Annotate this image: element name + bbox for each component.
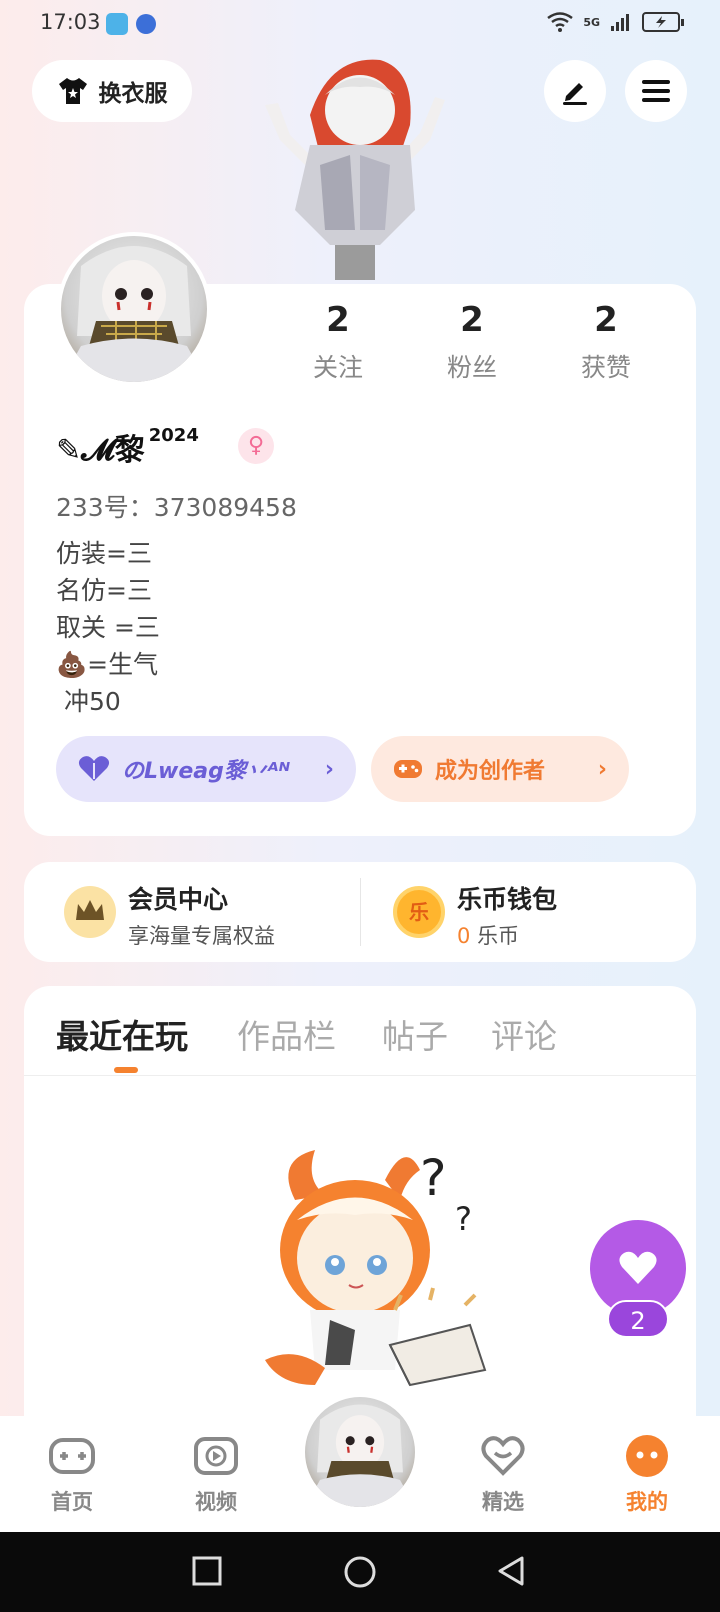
heart-outline-icon xyxy=(479,1432,527,1480)
nav-featured[interactable]: 精选 xyxy=(458,1432,548,1516)
recents-icon[interactable] xyxy=(190,1554,224,1588)
book-app-icon xyxy=(106,13,128,35)
become-creator-button[interactable]: 成为创作者 › xyxy=(371,736,629,802)
chevron-right-icon: › xyxy=(597,756,607,782)
coin-amount: 0 xyxy=(457,924,471,948)
bio-line: 仿装=三 xyxy=(56,539,152,568)
status-indicators: 5G xyxy=(547,12,684,32)
tab-works[interactable]: 作品栏 xyxy=(237,1010,336,1058)
following-count: 2 xyxy=(326,300,350,340)
bio-line: 冲50 xyxy=(56,687,121,716)
following-label: 关注 xyxy=(312,353,363,382)
coin-icon: 乐 xyxy=(393,886,445,938)
stat-likes[interactable]: 2 获赞 xyxy=(546,300,666,384)
active-tab-indicator xyxy=(114,1067,138,1073)
nickname-text: ✎𝓜黎 xyxy=(56,433,145,468)
home-icon[interactable] xyxy=(342,1554,378,1590)
nav-mine-label: 我的 xyxy=(626,1490,668,1514)
signal-icon xyxy=(611,14,629,31)
purple-heart-icon xyxy=(78,756,110,781)
tab-posts[interactable]: 帖子 xyxy=(382,1010,448,1058)
svg-text:?: ? xyxy=(455,1200,472,1238)
fan-group-label: のLweag黎丷ᴬᴺ xyxy=(122,759,291,784)
change-outfit-button[interactable]: 换衣服 xyxy=(32,60,192,122)
coin-unit: 乐币 xyxy=(477,924,520,948)
member-center-title: 会员中心 xyxy=(128,885,229,914)
nav-video[interactable]: 视频 xyxy=(171,1432,261,1516)
status-bar: 17:03 5G xyxy=(0,0,720,48)
system-nav-bar xyxy=(0,1532,720,1612)
status-time: 17:03 xyxy=(40,10,101,34)
network-label: 5G xyxy=(583,15,600,29)
menu-button[interactable] xyxy=(625,60,687,122)
pen-icon xyxy=(563,83,587,105)
nav-mine[interactable]: 我的 xyxy=(602,1432,692,1516)
nav-avatar-button[interactable] xyxy=(300,1392,420,1512)
empty-state-illustration: ? ? xyxy=(265,1149,487,1387)
fan-group-button[interactable]: のLweag黎丷ᴬᴺ › xyxy=(56,736,356,802)
user-id[interactable]: 233号：373089458 xyxy=(56,488,297,524)
chevron-right-icon: › xyxy=(324,756,334,782)
nickname-superscript: 2024 xyxy=(148,425,199,446)
crown-icon xyxy=(64,886,116,938)
smile-face-icon xyxy=(623,1432,671,1480)
stat-followers[interactable]: 2 粉丝 xyxy=(412,300,532,384)
followers-label: 粉丝 xyxy=(446,353,497,382)
menu-icon xyxy=(642,80,670,102)
change-outfit-label: 换衣服 xyxy=(98,81,168,107)
wifi-icon xyxy=(547,12,574,32)
svg-text:?: ? xyxy=(420,1149,447,1207)
wallet-divider xyxy=(360,878,361,946)
back-icon[interactable] xyxy=(494,1554,528,1588)
bio-line: 名仿=三 xyxy=(56,576,152,605)
avatar-figure[interactable] xyxy=(250,45,460,285)
play-icon xyxy=(192,1432,240,1480)
coin-wallet-subtitle: 0 乐币 xyxy=(457,920,519,950)
nav-home[interactable]: 首页 xyxy=(27,1432,117,1516)
like-count-badge: 2 xyxy=(607,1300,669,1338)
bio: 仿装=三 名仿=三 取关 =三 💩=生气 冲50 xyxy=(56,535,160,720)
nickname: ✎𝓜黎 2024 xyxy=(56,425,199,469)
female-gender-icon: ♀ xyxy=(238,428,274,464)
gamepad-icon xyxy=(48,1432,96,1480)
profile-avatar[interactable] xyxy=(57,232,211,386)
tab-divider xyxy=(24,1075,696,1076)
avatar-image xyxy=(305,1404,415,1507)
tab-recently-played[interactable]: 最近在玩 xyxy=(56,1010,188,1058)
nav-video-label: 视频 xyxy=(195,1490,237,1514)
likes-count: 2 xyxy=(594,300,618,340)
battery-icon xyxy=(642,12,684,32)
stat-following[interactable]: 2 关注 xyxy=(278,300,398,384)
followers-count: 2 xyxy=(460,300,484,340)
likes-label: 获赞 xyxy=(580,353,631,382)
coin-icon-text: 乐 xyxy=(409,900,429,924)
nav-home-label: 首页 xyxy=(51,1490,93,1514)
avatar-image xyxy=(61,246,207,382)
heart-icon xyxy=(619,1251,657,1284)
coin-wallet-title: 乐币钱包 xyxy=(457,885,558,914)
bio-line: 取关 =三 xyxy=(56,613,160,642)
music-app-icon xyxy=(136,14,156,34)
gamepad-icon xyxy=(394,760,422,778)
tab-comments[interactable]: 评论 xyxy=(491,1010,557,1058)
become-creator-label: 成为创作者 xyxy=(435,759,546,784)
member-center-subtitle: 享海量专属权益 xyxy=(128,924,275,948)
edit-profile-button[interactable] xyxy=(544,60,606,122)
bio-line: 💩=生气 xyxy=(56,650,159,679)
shirt-icon xyxy=(58,78,87,104)
nav-featured-label: 精选 xyxy=(482,1490,524,1514)
